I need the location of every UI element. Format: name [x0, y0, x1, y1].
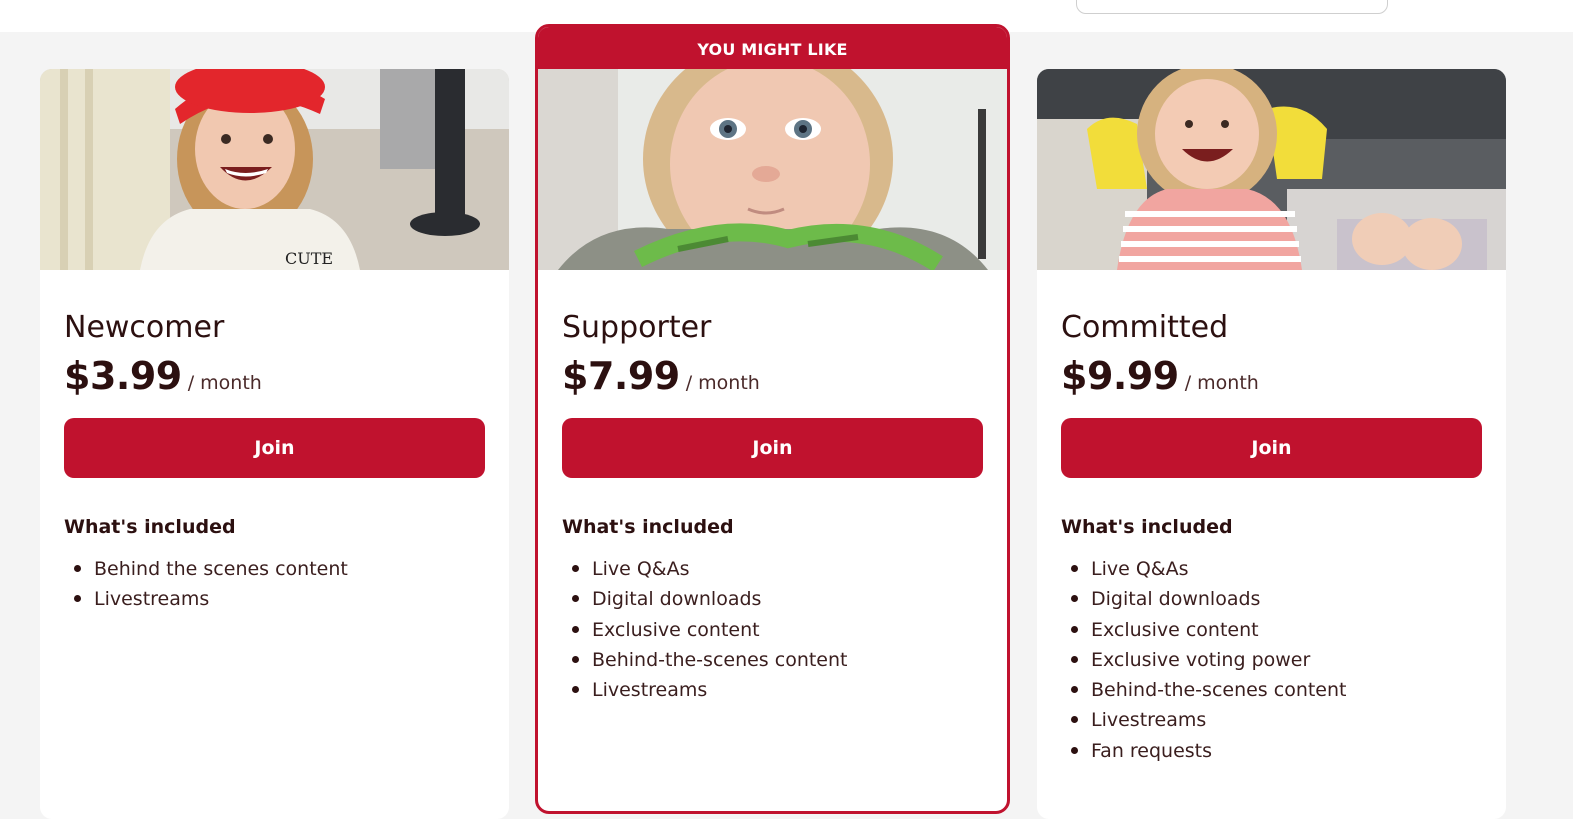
svg-text:CUTE: CUTE — [285, 249, 333, 268]
feature-item: Digital downloads — [562, 586, 983, 616]
feature-item: Live Q&As — [1061, 556, 1482, 586]
included-heading: What's included — [1061, 516, 1233, 538]
tier-name: Committed — [1061, 310, 1229, 345]
tier-image-newcomer: CUTE — [40, 69, 509, 270]
price-period: / month — [1184, 372, 1259, 394]
join-button[interactable]: Join — [64, 418, 485, 478]
feature-item: Livestreams — [562, 677, 983, 707]
feature-item: Fan requests — [1061, 738, 1482, 768]
tier-name: Supporter — [562, 310, 712, 345]
feature-item: Livestreams — [1061, 707, 1482, 737]
feature-item: Behind the scenes content — [64, 556, 485, 586]
tier-card-supporter: YOU MIGHT LIKE Supporter $7.99 / month J… — [535, 24, 1010, 814]
feature-item: Live Q&As — [562, 556, 983, 586]
feature-item: Exclusive voting power — [1061, 647, 1482, 677]
tier-image-supporter — [538, 69, 1007, 270]
feature-item: Behind-the-scenes content — [562, 647, 983, 677]
join-button[interactable]: Join — [1061, 418, 1482, 478]
tier-name: Newcomer — [64, 310, 225, 345]
join-button[interactable]: Join — [562, 418, 983, 478]
feature-item: Exclusive content — [562, 617, 983, 647]
included-heading: What's included — [64, 516, 236, 538]
feature-list: Behind the scenes content Livestreams — [64, 556, 485, 617]
tier-card-newcomer: CUTE Newcomer $3.99 / month Join What's … — [40, 69, 509, 819]
featured-badge: YOU MIGHT LIKE — [538, 27, 1007, 69]
tier-price: $3.99 — [64, 354, 182, 398]
tier-price: $9.99 — [1061, 354, 1179, 398]
feature-list: Live Q&As Digital downloads Exclusive co… — [1061, 556, 1482, 768]
feature-item: Digital downloads — [1061, 586, 1482, 616]
price-period: / month — [685, 372, 760, 394]
feature-item: Exclusive content — [1061, 617, 1482, 647]
tier-price: $7.99 — [562, 354, 680, 398]
feature-list: Live Q&As Digital downloads Exclusive co… — [562, 556, 983, 707]
feature-item: Behind-the-scenes content — [1061, 677, 1482, 707]
price-period: / month — [187, 372, 262, 394]
search-input[interactable] — [1076, 0, 1388, 14]
feature-item: Livestreams — [64, 586, 485, 616]
included-heading: What's included — [562, 516, 734, 538]
tier-card-committed: Committed $9.99 / month Join What's incl… — [1037, 69, 1506, 819]
tier-image-committed — [1037, 69, 1506, 270]
